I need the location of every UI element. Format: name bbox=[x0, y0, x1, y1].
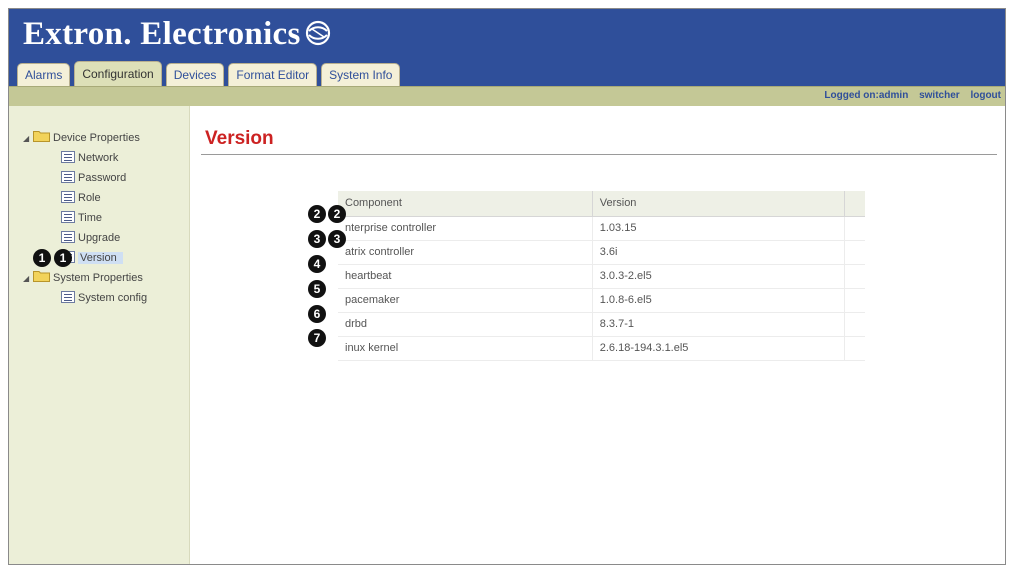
page-icon bbox=[61, 171, 75, 183]
cell-spacer bbox=[844, 312, 865, 337]
callout-marker: 3 bbox=[328, 230, 346, 248]
column-header-component[interactable]: Component bbox=[338, 191, 593, 217]
cell-component: drbd bbox=[338, 312, 593, 337]
table-row: drbd 8.3.7-1 bbox=[338, 312, 865, 337]
table-row: heartbeat 3.0.3-2.el5 bbox=[338, 264, 865, 289]
page-icon bbox=[61, 231, 75, 243]
callout-marker: 1 bbox=[54, 249, 72, 267]
logged-on-text: Logged on:admin bbox=[824, 90, 909, 101]
column-header-spacer bbox=[844, 191, 865, 217]
tree-group-label: System Properties bbox=[53, 272, 143, 284]
cell-version: 1.03.15 bbox=[592, 216, 845, 241]
logout-link[interactable]: logout bbox=[970, 90, 1001, 101]
callout-marker: 5 bbox=[308, 280, 326, 298]
extron-globe-icon bbox=[305, 20, 330, 46]
cell-spacer bbox=[844, 288, 865, 313]
table-row: pacemaker 1.0.8-6.el5 bbox=[338, 288, 865, 313]
collapse-arrow-icon[interactable]: ◢ bbox=[23, 129, 33, 149]
brand-name: Extron. Electronics bbox=[23, 16, 301, 52]
collapse-arrow-icon[interactable]: ◢ bbox=[23, 269, 33, 289]
cell-component: inux kernel bbox=[338, 336, 593, 361]
tree-item-label: Password bbox=[78, 172, 127, 184]
table-header-row: Component Version bbox=[338, 191, 865, 217]
tree-group-system-properties[interactable]: ◢ System Properties bbox=[23, 268, 147, 288]
cell-spacer bbox=[844, 264, 865, 289]
cell-spacer bbox=[844, 216, 865, 241]
tab-system-info[interactable]: System Info bbox=[321, 63, 401, 86]
app-window: Extron. Electronics Alarms Configuration… bbox=[8, 8, 1006, 565]
app-header: Extron. Electronics Alarms Configuration… bbox=[9, 9, 1005, 86]
tree-item-label: Role bbox=[78, 192, 101, 204]
tree-item-label: Time bbox=[78, 212, 103, 224]
page-icon bbox=[61, 191, 75, 203]
tab-configuration[interactable]: Configuration bbox=[74, 61, 162, 86]
page-icon bbox=[61, 151, 75, 163]
tab-alarms[interactable]: Alarms bbox=[17, 63, 71, 86]
title-divider bbox=[201, 154, 997, 155]
callout-marker: 3 bbox=[308, 230, 326, 248]
page-icon bbox=[61, 291, 75, 303]
callout-marker: 2 bbox=[308, 205, 326, 223]
status-links: Logged on:admin switcher logout bbox=[816, 90, 1001, 101]
tab-devices[interactable]: Devices bbox=[165, 63, 225, 86]
callout-marker: 1 bbox=[33, 249, 51, 267]
tree-item-time[interactable]: Time bbox=[23, 208, 147, 228]
tree-item-upgrade[interactable]: Upgrade bbox=[23, 228, 147, 248]
cell-component: atrix controller bbox=[338, 240, 593, 265]
cell-spacer bbox=[844, 240, 865, 265]
folder-icon bbox=[33, 271, 50, 282]
tree-item-system-config[interactable]: System config bbox=[23, 288, 147, 308]
cell-component: nterprise controller bbox=[338, 216, 593, 241]
cell-component: heartbeat bbox=[338, 264, 593, 289]
column-header-version[interactable]: Version bbox=[592, 191, 845, 217]
tree-item-label: System config bbox=[78, 292, 148, 304]
tree-item-password[interactable]: Password bbox=[23, 168, 147, 188]
version-table: Component Version nterprise controller 1.… bbox=[338, 191, 865, 361]
cell-component: pacemaker bbox=[338, 288, 593, 313]
tree-item-label: Upgrade bbox=[78, 232, 121, 244]
tree-item-role[interactable]: Role bbox=[23, 188, 147, 208]
tree-group-label: Device Properties bbox=[53, 132, 140, 144]
brand-logo: Extron. Electronics bbox=[23, 16, 331, 53]
cell-version: 2.6.18-194.3.1.el5 bbox=[592, 336, 845, 361]
callout-marker: 2 bbox=[328, 205, 346, 223]
callout-marker: 6 bbox=[308, 305, 326, 323]
page-icon bbox=[61, 211, 75, 223]
page-title: Version bbox=[205, 128, 274, 149]
switcher-link[interactable]: switcher bbox=[919, 90, 960, 101]
cell-version: 3.6i bbox=[592, 240, 845, 265]
cell-version: 3.0.3-2.el5 bbox=[592, 264, 845, 289]
tree-item-network[interactable]: Network bbox=[23, 148, 147, 168]
folder-icon bbox=[33, 131, 50, 142]
table-row: nterprise controller 1.03.15 bbox=[338, 216, 865, 241]
cell-version: 1.0.8-6.el5 bbox=[592, 288, 845, 313]
tree-group-device-properties[interactable]: ◢ Device Properties bbox=[23, 128, 147, 148]
cell-version: 8.3.7-1 bbox=[592, 312, 845, 337]
tab-format-editor[interactable]: Format Editor bbox=[228, 63, 318, 86]
cell-spacer bbox=[844, 336, 865, 361]
main-tabs: Alarms Configuration Devices Format Edit… bbox=[17, 61, 401, 86]
table-row: inux kernel 2.6.18-194.3.1.el5 bbox=[338, 336, 865, 361]
callout-marker: 7 bbox=[308, 329, 326, 347]
status-bar: Logged on:admin switcher logout bbox=[9, 86, 1005, 106]
callout-marker: 4 bbox=[308, 255, 326, 273]
table-row: atrix controller 3.6i bbox=[338, 240, 865, 265]
tree-item-label: Version bbox=[78, 252, 123, 264]
sidebar: ◢ Device Properties Network Password Role… bbox=[9, 106, 190, 564]
tree-item-label: Network bbox=[78, 152, 119, 164]
navigation-tree: ◢ Device Properties Network Password Role… bbox=[23, 128, 147, 308]
